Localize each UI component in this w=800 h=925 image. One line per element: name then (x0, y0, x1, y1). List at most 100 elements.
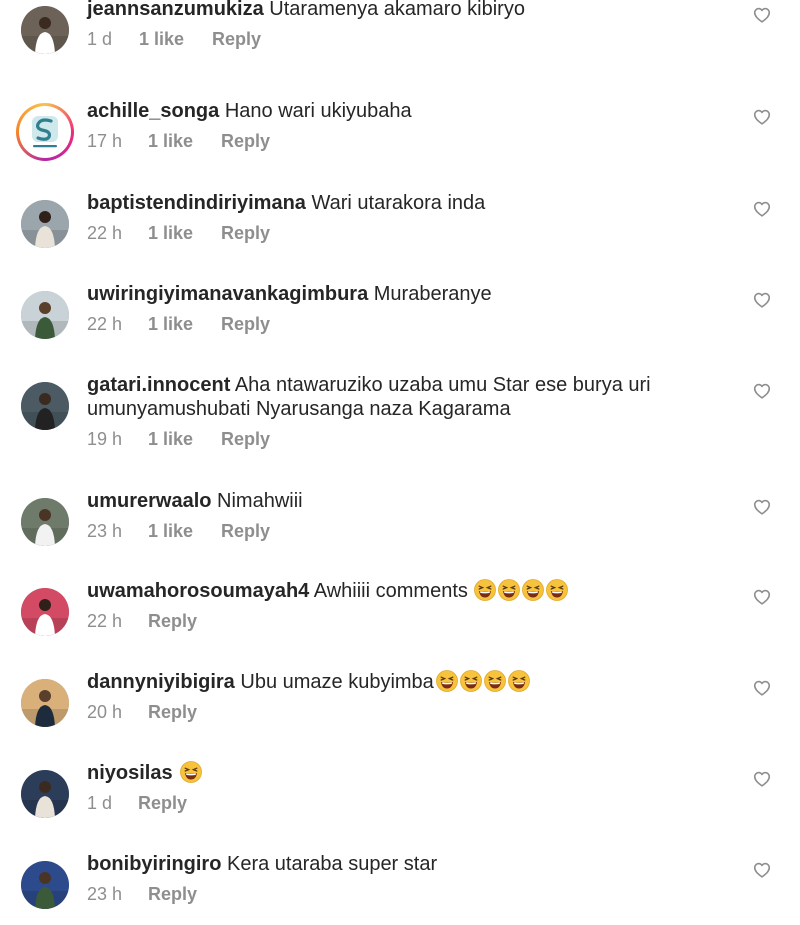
comment-text-line: achille_songa Hano wari ukiyubaha (87, 99, 697, 123)
avatar-image (21, 382, 69, 430)
heart-outline-icon (753, 499, 771, 519)
avatar[interactable] (21, 200, 69, 248)
like-count[interactable]: 1 like (148, 222, 193, 244)
comment-timestamp: 23 h (87, 884, 123, 904)
reply-button[interactable]: Reply (212, 28, 261, 50)
comment-body: jeannsanzumukiza Utaramenya akamaro kibi… (87, 0, 697, 50)
comment-username[interactable]: uwamahorosoumayah4 (87, 580, 309, 602)
laughing-emoji-icon (473, 579, 496, 601)
like-count[interactable]: 1 like (148, 520, 193, 542)
comment-text: Nimahwiii (217, 490, 303, 512)
like-button[interactable] (753, 589, 771, 605)
heart-outline-icon (753, 862, 771, 882)
avatar-image (21, 6, 69, 54)
avatar-image (21, 588, 69, 636)
comment-body: bonibyiringiro Kera utaraba super star 23… (87, 852, 697, 905)
reply-button[interactable]: Reply (138, 792, 187, 814)
avatar[interactable] (21, 679, 69, 727)
comment-text: Muraberanye (373, 283, 492, 305)
comment-body: dannyniyibigira Ubu umaze kubyimba 20 h Re… (87, 670, 697, 723)
comment-text: Utaramenya akamaro kibiryo (269, 0, 525, 20)
reply-button[interactable]: Reply (221, 222, 270, 244)
comment-username[interactable]: niyosilas (87, 762, 173, 784)
comment-text-line: bonibyiringiro Kera utaraba super star (87, 852, 697, 876)
comment-timestamp: 20 h (87, 702, 123, 722)
reply-button[interactable]: Reply (148, 883, 197, 905)
comment-body: uwamahorosoumayah4 Awhiiii comments 22 h R… (87, 579, 697, 632)
reply-button[interactable]: Reply (221, 130, 270, 152)
comment-meta: 1 d 1 like Reply (87, 28, 697, 50)
comment-text: Hano wari ukiyubaha (224, 100, 412, 122)
comment-timestamp: 22 h (87, 223, 123, 243)
comment-username[interactable]: baptistendindiriyimana (87, 192, 306, 214)
like-button[interactable] (753, 499, 771, 515)
comment-text: Ubu umaze kubyimba (240, 671, 434, 693)
like-button[interactable] (753, 680, 771, 696)
comment-text-line: uwiringiyimanavankagimbura Muraberanye (87, 282, 697, 306)
avatar[interactable] (21, 291, 69, 339)
avatar[interactable] (21, 588, 69, 636)
comment-text-line: uwamahorosoumayah4 Awhiiii comments (87, 579, 697, 603)
like-count[interactable]: 1 like (148, 428, 193, 450)
comment-username[interactable]: jeannsanzumukiza (87, 0, 264, 20)
heart-outline-icon (753, 201, 771, 221)
comment-username[interactable]: umurerwaalo (87, 490, 211, 512)
avatar-image (21, 200, 69, 248)
emoji-group (472, 579, 568, 602)
comment-text-line: dannyniyibigira Ubu umaze kubyimba (87, 670, 697, 694)
comment-username[interactable]: bonibyiringiro (87, 853, 221, 875)
comment-timestamp: 23 h (87, 521, 123, 541)
comment-text: Awhiiii comments (313, 580, 468, 602)
comment-meta: 22 h 1 like Reply (87, 313, 697, 335)
laughing-emoji-icon (507, 670, 530, 692)
comment-username[interactable]: dannyniyibigira (87, 671, 235, 693)
like-button[interactable] (753, 7, 771, 23)
comments-list: jeannsanzumukiza Utaramenya akamaro kibi… (0, 0, 800, 925)
reply-button[interactable]: Reply (148, 610, 197, 632)
comment-timestamp: 22 h (87, 611, 123, 631)
reply-button[interactable]: Reply (221, 520, 270, 542)
laughing-emoji-icon (435, 670, 458, 692)
laughing-emoji-icon (545, 579, 568, 601)
comment-timestamp: 17 h (87, 131, 123, 151)
avatar[interactable] (21, 498, 69, 546)
comment-meta: 22 h 1 like Reply (87, 222, 697, 244)
comment-username[interactable]: gatari.innocent (87, 374, 230, 396)
comment-text-line: jeannsanzumukiza Utaramenya akamaro kibi… (87, 0, 697, 21)
reply-button[interactable]: Reply (221, 428, 270, 450)
comment-text: Wari utarakora inda (311, 192, 486, 214)
emoji-group (178, 761, 203, 784)
avatar[interactable] (21, 770, 69, 818)
like-count[interactable]: 1 like (148, 313, 193, 335)
comment-text: Kera utaraba super star (227, 853, 438, 875)
like-button[interactable] (753, 771, 771, 787)
comment-meta: 22 h Reply (87, 610, 697, 632)
like-button[interactable] (753, 201, 771, 217)
comment-timestamp: 1 d (87, 29, 113, 49)
like-button[interactable] (753, 109, 771, 125)
comment-body: umurerwaalo Nimahwiii 23 h 1 like Reply (87, 489, 697, 542)
heart-outline-icon (753, 589, 771, 609)
like-button[interactable] (753, 862, 771, 878)
comment-timestamp: 22 h (87, 314, 123, 334)
avatar[interactable] (16, 103, 74, 161)
comment-username[interactable]: achille_songa (87, 100, 219, 122)
avatar[interactable] (21, 382, 69, 430)
like-button[interactable] (753, 292, 771, 308)
comment-text-line: gatari.innocent Aha ntawaruziko uzaba um… (87, 373, 697, 421)
avatar-image (21, 770, 69, 818)
comment-text-line: niyosilas (87, 761, 697, 785)
avatar-image (21, 291, 69, 339)
like-count[interactable]: 1 like (148, 130, 193, 152)
like-button[interactable] (753, 383, 771, 399)
avatar[interactable] (21, 861, 69, 909)
like-count[interactable]: 1 like (139, 28, 184, 50)
comment-timestamp: 19 h (87, 429, 123, 449)
heart-outline-icon (753, 383, 771, 403)
reply-button[interactable]: Reply (148, 701, 197, 723)
avatar[interactable] (21, 6, 69, 54)
comment-meta: 19 h 1 like Reply (87, 428, 697, 450)
comment-username[interactable]: uwiringiyimanavankagimbura (87, 283, 368, 305)
comment-meta: 20 h Reply (87, 701, 697, 723)
reply-button[interactable]: Reply (221, 313, 270, 335)
